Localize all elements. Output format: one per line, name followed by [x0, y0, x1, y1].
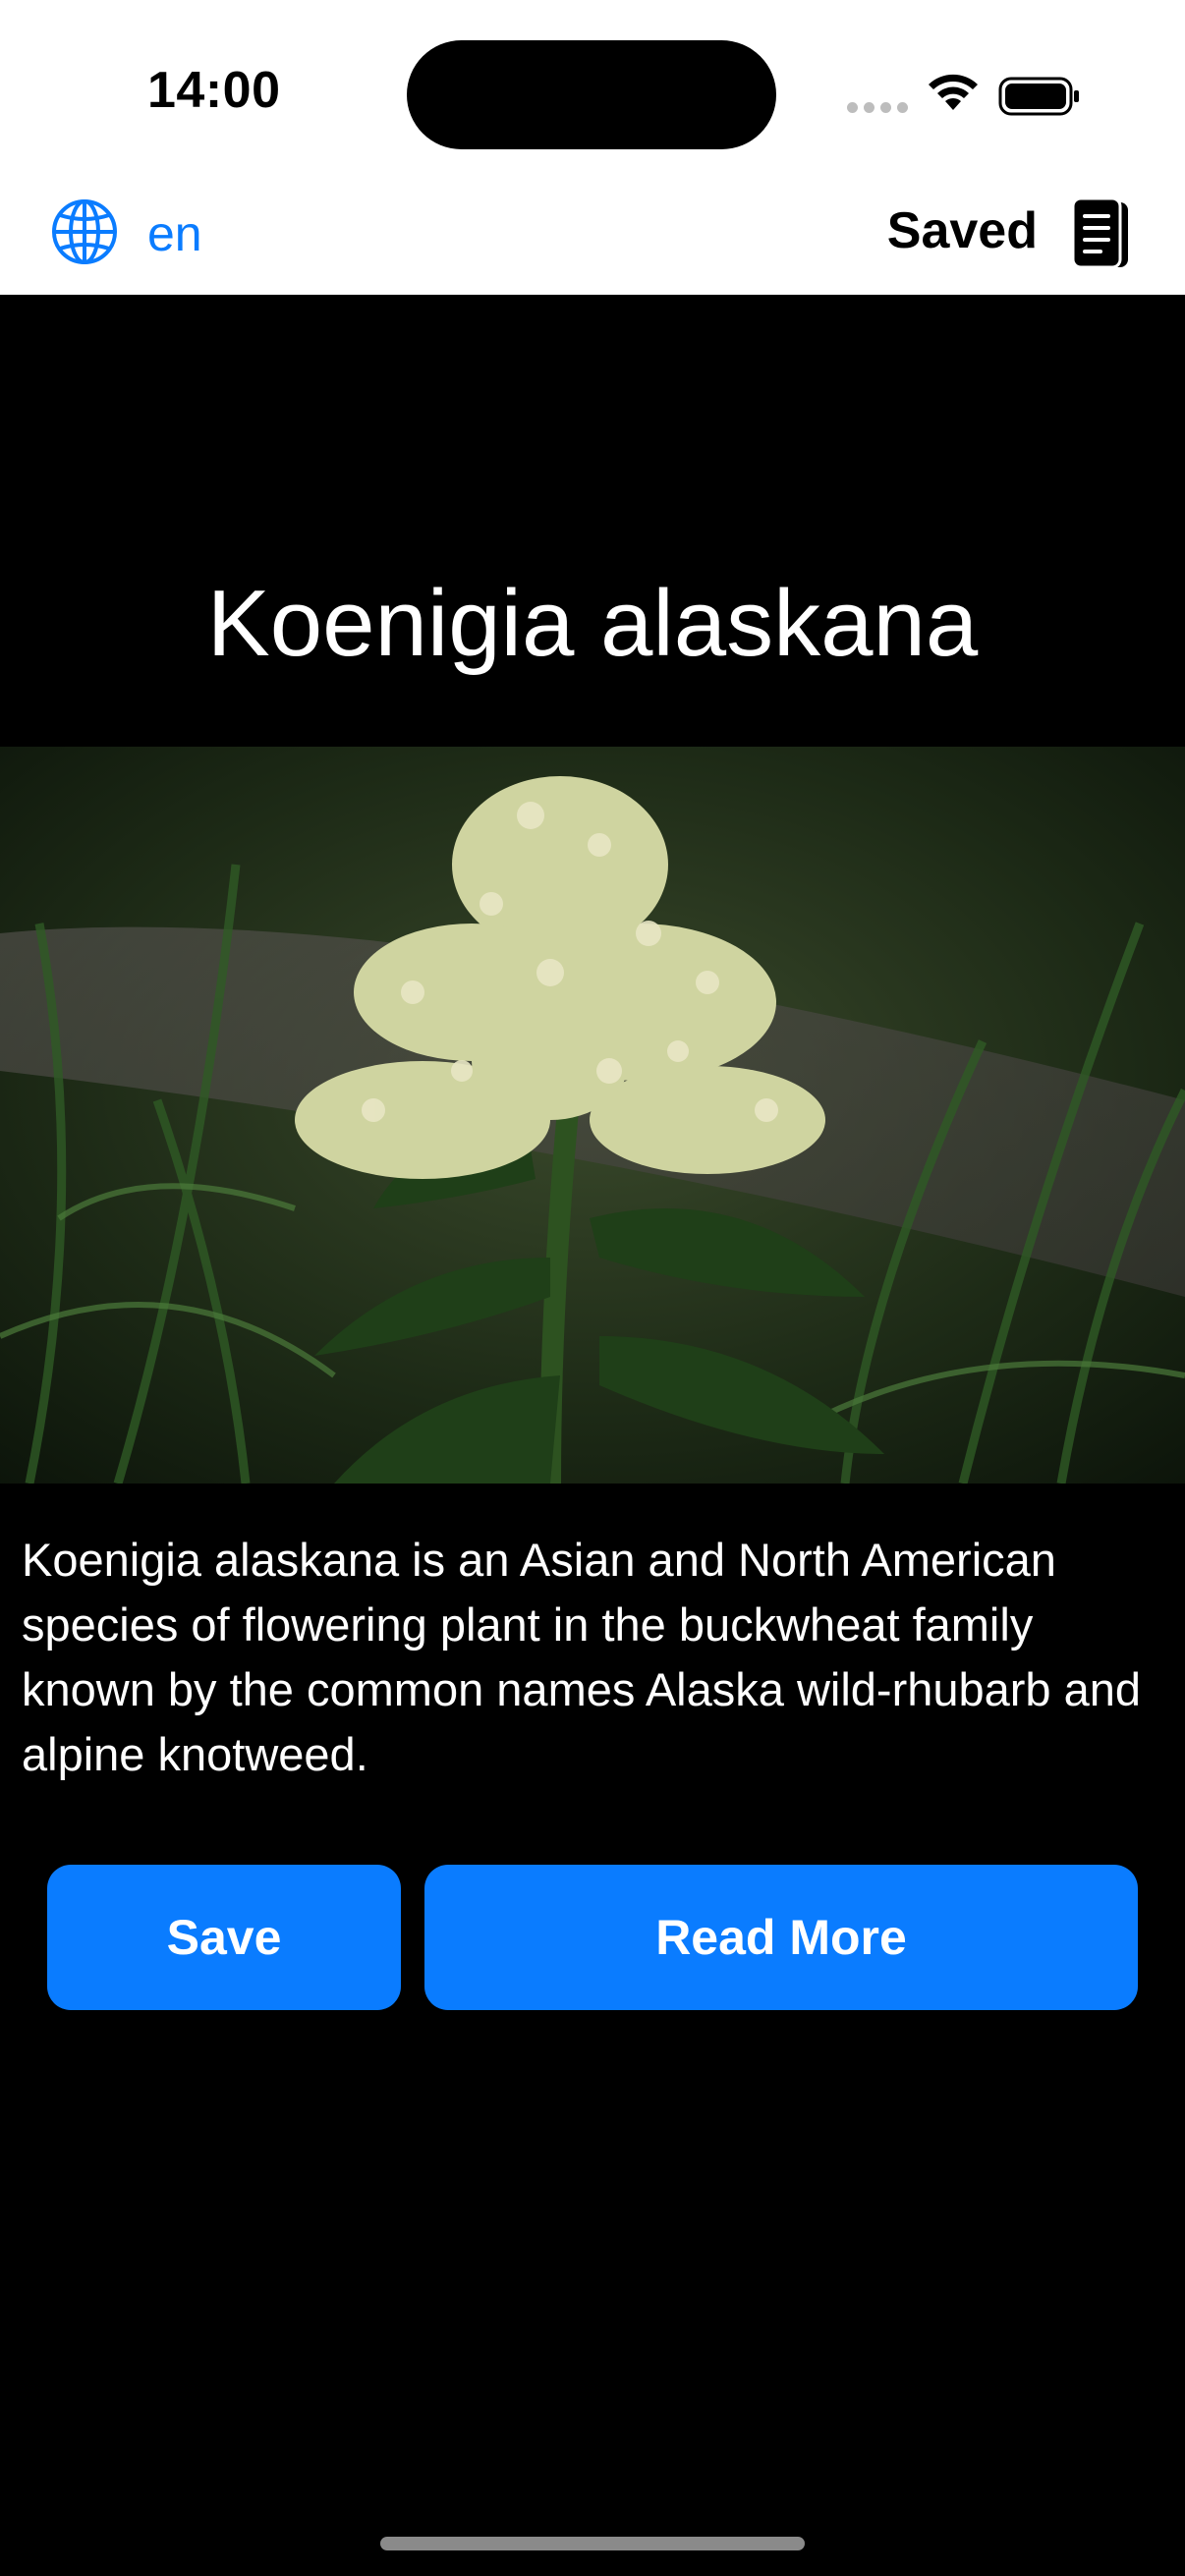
screen: 14:00 en Saved Koenigia alaskana Koenigi…	[0, 0, 1185, 2576]
document-stack-icon[interactable]	[1069, 196, 1132, 273]
article-description: Koenigia alaskana is an Asian and North …	[22, 1534, 1142, 1780]
article-title: Koenigia alaskana	[206, 571, 979, 676]
globe-icon[interactable]	[49, 196, 120, 267]
save-button-article[interactable]: Save	[47, 1865, 401, 2010]
status-time: 14:00	[147, 62, 281, 119]
header-area: 14:00 en Saved	[0, 0, 1185, 295]
wifi-icon	[929, 74, 978, 110]
signal-dots-icon	[847, 102, 908, 113]
plant-photo	[0, 747, 1185, 1484]
dynamic-island	[407, 40, 776, 149]
saved-button[interactable]: Saved	[887, 201, 1038, 260]
language-selector[interactable]: en	[147, 205, 202, 262]
read-more-button[interactable]: Read More	[424, 1865, 1138, 2010]
home-indicator[interactable]	[380, 2537, 805, 2550]
battery-icon	[998, 77, 1079, 116]
